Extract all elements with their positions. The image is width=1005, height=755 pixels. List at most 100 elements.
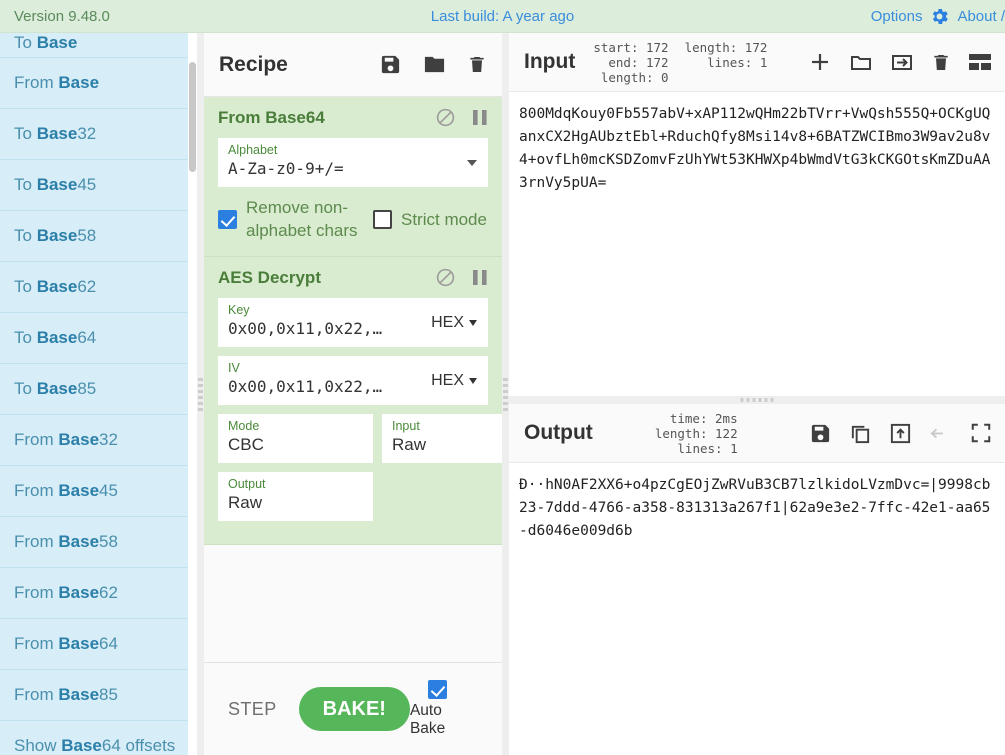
operation-title: From Base64	[218, 107, 325, 127]
arg-input-value[interactable]: Raw	[392, 434, 502, 456]
output-time-row: time: 2ms	[669, 410, 738, 426]
recipe-operation-aes-decrypt[interactable]: AES Decrypt Key 0x00,0x11,0x22,… HEX IV …	[204, 257, 502, 545]
operations-scrollbar-thumb[interactable]	[189, 62, 196, 172]
output-header: Output time: 2ms length: 122 lines: 1	[509, 404, 1005, 463]
arg-key-unit-dropdown[interactable]: HEX	[420, 298, 488, 347]
folder-icon[interactable]	[422, 53, 447, 76]
sidebar-operation-label: From Base45	[14, 481, 118, 500]
input-textarea[interactable]: 800MdqKouy0Fb557abV+xAP112wQHm22bTVrr+Vw…	[509, 93, 1005, 396]
clear-icon[interactable]	[931, 51, 951, 74]
undo-icon	[929, 422, 953, 444]
arg-key-value[interactable]: 0x00,0x11,0x22,…	[228, 318, 400, 340]
recipe-operation-from-base64[interactable]: From Base64 Alphabet A-Za-z0-9+/= Remove…	[204, 97, 502, 257]
arg-input[interactable]: Input Raw	[382, 414, 502, 463]
gear-icon[interactable]	[929, 6, 950, 27]
recipe-panel: Recipe From Base64 Alphabet A-Za-z0-9+/=…	[204, 33, 502, 755]
sidebar-operation-item[interactable]: From Base64	[0, 619, 188, 670]
open-folder-icon[interactable]	[849, 50, 873, 74]
recipe-empty-dropzone[interactable]	[204, 545, 502, 585]
bake-button[interactable]: BAKE!	[298, 687, 410, 731]
sidebar-operation-item[interactable]: From Base45	[0, 466, 188, 517]
add-tab-icon[interactable]	[808, 50, 832, 74]
breakpoint-icon[interactable]	[472, 268, 488, 287]
operation-header: From Base64	[218, 107, 488, 128]
splitter-grip[interactable]	[503, 378, 508, 411]
checkbox-row: Remove non-alphabet chars Strict mode	[218, 196, 488, 242]
chevron-down-icon[interactable]	[467, 159, 477, 166]
io-column: Input start: 172 end: 172 length: 0 leng…	[509, 33, 1005, 755]
arg-output-value[interactable]: Raw	[228, 492, 363, 514]
sidebar-operation-item[interactable]: From Base	[0, 58, 188, 109]
sidebar-operation-item[interactable]: To Base62	[0, 262, 188, 313]
step-button[interactable]: STEP	[228, 699, 277, 720]
output-textarea[interactable]: Ð··hN0AF2XX6+o4pzCgEOjZwRVuB3CB7lzlkidoL…	[509, 464, 1005, 755]
arg-mode[interactable]: Mode CBC	[218, 414, 373, 463]
open-input-icon[interactable]	[890, 50, 914, 74]
arg-iv-value[interactable]: 0x00,0x11,0x22,…	[228, 376, 400, 398]
output-stats: time: 2ms length: 122 lines: 1	[655, 411, 738, 456]
splitter-input-output[interactable]	[509, 396, 1005, 404]
sidebar-operation-item[interactable]: To Base32	[0, 109, 188, 160]
sidebar-operation-label: From Base85	[14, 685, 118, 704]
disable-icon[interactable]	[435, 267, 456, 288]
trash-icon[interactable]	[467, 53, 487, 76]
input-end-row: end: 172	[608, 54, 669, 70]
arg-mode-label: Mode	[228, 419, 260, 433]
arg-iv[interactable]: IV 0x00,0x11,0x22,… HEX	[218, 356, 488, 405]
arg-output[interactable]: Output Raw	[218, 472, 373, 521]
sidebar-operation-label: From Base64	[14, 634, 118, 653]
chevron-down-icon	[469, 377, 477, 384]
checkbox-icon-checked[interactable]	[428, 680, 448, 699]
arg-alphabet[interactable]: Alphabet A-Za-z0-9+/=	[218, 138, 488, 187]
arg-row-spacer	[382, 472, 488, 530]
operations-list[interactable]: To Base From Base To Base32 To Base45 To Bas…	[0, 33, 188, 755]
checkbox-strict-mode[interactable]: Strict mode	[373, 208, 487, 231]
arg-key-unit-label: HEX	[431, 313, 464, 331]
input-header: Input start: 172 end: 172 length: 0 leng…	[509, 33, 1005, 92]
breakpoint-icon[interactable]	[472, 108, 488, 127]
sidebar-operation-item[interactable]: From Base85	[0, 670, 188, 721]
output-panel: Output time: 2ms length: 122 lines: 1 Ð·…	[509, 404, 1005, 755]
sidebar-operation-item[interactable]: To Base	[0, 33, 188, 58]
splitter-grip[interactable]	[198, 378, 203, 411]
arg-input-label: Input	[392, 419, 420, 433]
splitter-recipe-io[interactable]	[502, 33, 509, 755]
sidebar-operation-item[interactable]: To Base58	[0, 211, 188, 262]
sidebar-operation-item[interactable]: From Base58	[0, 517, 188, 568]
copy-icon[interactable]	[849, 422, 872, 445]
about-link[interactable]: About /	[957, 8, 1005, 25]
maximise-icon[interactable]	[970, 422, 992, 444]
reset-layout-icon[interactable]	[968, 52, 992, 72]
chevron-down-icon	[469, 319, 477, 326]
save-icon[interactable]	[379, 53, 402, 76]
options-link[interactable]: Options	[871, 8, 923, 25]
arg-alphabet-value[interactable]: A-Za-z0-9+/=	[228, 158, 478, 180]
recipe-operation-list[interactable]: From Base64 Alphabet A-Za-z0-9+/= Remove…	[204, 97, 502, 662]
checkbox-icon-unchecked[interactable]	[373, 209, 392, 229]
sidebar-operation-item[interactable]: From Base32	[0, 415, 188, 466]
sidebar-operation-item[interactable]: To Base85	[0, 364, 188, 415]
sidebar-operation-label: To Base62	[14, 277, 97, 296]
arg-key-label: Key	[228, 303, 250, 317]
arg-alphabet-label: Alphabet	[228, 143, 278, 157]
disable-icon[interactable]	[435, 107, 456, 128]
save-icon[interactable]	[809, 422, 832, 445]
arg-iv-unit-dropdown[interactable]: HEX	[420, 356, 488, 405]
arg-key[interactable]: Key 0x00,0x11,0x22,… HEX	[218, 298, 488, 347]
input-title: Input	[524, 50, 576, 73]
sidebar-operation-label: To Base64	[14, 328, 97, 347]
replace-input-icon[interactable]	[889, 422, 912, 445]
auto-bake-toggle[interactable]: Auto Bake	[410, 680, 466, 738]
operation-header-icons	[435, 267, 488, 288]
checkbox-icon-checked[interactable]	[218, 209, 237, 229]
sidebar-operation-item[interactable]: To Base45	[0, 160, 188, 211]
input-lines-row: lines: 1	[707, 54, 768, 70]
sidebar-operation-item[interactable]: To Base64	[0, 313, 188, 364]
splitter-sidebar-recipe[interactable]	[197, 33, 204, 755]
sidebar-operation-label: To Base	[14, 33, 78, 52]
arg-mode-value[interactable]: CBC	[228, 434, 363, 456]
sidebar-operation-item[interactable]: From Base62	[0, 568, 188, 619]
splitter-grip[interactable]	[740, 398, 774, 402]
sidebar-operation-item[interactable]: Show Base64 offsets	[0, 721, 188, 755]
checkbox-remove-non-alphabet[interactable]: Remove non-alphabet chars	[218, 196, 373, 242]
